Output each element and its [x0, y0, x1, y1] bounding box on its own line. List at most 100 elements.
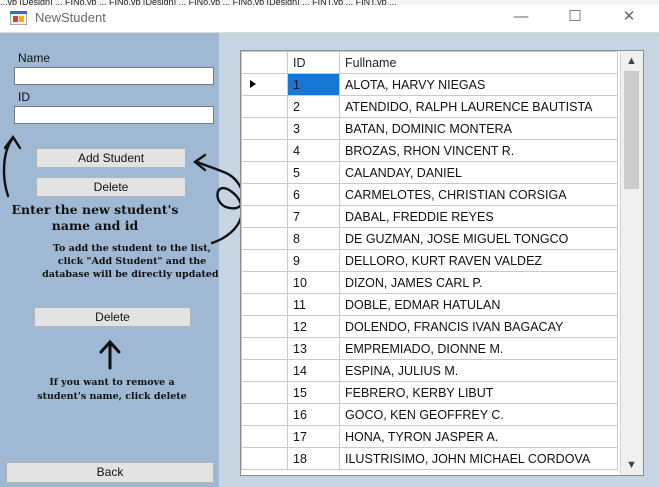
student-data-grid[interactable]: ID Fullname 1 ALOTA, HARVY NIEGAS 2 ATENDID… [240, 50, 644, 476]
table-row[interactable]: 4 BROZAS, RHON VINCENT R. [241, 139, 618, 162]
row-header[interactable] [241, 73, 288, 96]
student-form-panel: Name ID Add Student Delete Enter the new… [0, 33, 222, 487]
cell-id[interactable]: 10 [287, 271, 340, 294]
row-header[interactable] [241, 425, 288, 448]
scroll-thumb[interactable] [624, 71, 639, 189]
minimize-button[interactable]: — [498, 5, 544, 31]
cell-id[interactable]: 9 [287, 249, 340, 272]
table-row[interactable]: 10 DIZON, JAMES CARL P. [241, 271, 618, 294]
table-row[interactable]: 17 HONA, TYRON JASPER A. [241, 425, 618, 448]
note-delete-student: If you want to remove a student's name, … [37, 377, 187, 402]
cell-id[interactable]: 3 [287, 117, 340, 140]
row-header[interactable] [241, 227, 288, 250]
row-header[interactable] [241, 249, 288, 272]
row-header[interactable] [241, 293, 288, 316]
table-row[interactable]: 14 ESPINA, JULIUS M. [241, 359, 618, 382]
column-header-id[interactable]: ID [287, 51, 340, 74]
cell-fullname[interactable]: FEBRERO, KERBY LIBUT [339, 381, 618, 404]
row-header[interactable] [241, 205, 288, 228]
title-bar: NewStudent — ☐ ✕ [0, 5, 659, 33]
cell-fullname[interactable]: BROZAS, RHON VINCENT R. [339, 139, 618, 162]
cell-id[interactable]: 7 [287, 205, 340, 228]
row-header[interactable] [241, 403, 288, 426]
cell-fullname[interactable]: DOLENDO, FRANCIS IVAN BAGACAY [339, 315, 618, 338]
cell-fullname[interactable]: ILUSTRISIMO, JOHN MICHAEL CORDOVA [339, 447, 618, 470]
cell-fullname[interactable]: GOCO, KEN GEOFFREY C. [339, 403, 618, 426]
table-body: 1 ALOTA, HARVY NIEGAS 2 ATENDIDO, RALPH LAU… [241, 73, 618, 470]
delete-button[interactable]: Delete [34, 307, 191, 327]
cell-fullname[interactable]: HONA, TYRON JASPER A. [339, 425, 618, 448]
table-row[interactable]: 18 ILUSTRISIMO, JOHN MICHAEL CORDOVA [241, 447, 618, 470]
id-label: ID [18, 90, 30, 104]
cell-id[interactable]: 17 [287, 425, 340, 448]
row-header[interactable] [241, 337, 288, 360]
cell-fullname[interactable]: DE GUZMAN, JOSE MIGUEL TONGCO [339, 227, 618, 250]
cell-fullname[interactable]: DABAL, FREDDIE REYES [339, 205, 618, 228]
row-header[interactable] [241, 183, 288, 206]
table-row[interactable]: 9 DELLORO, KURT RAVEN VALDEZ [241, 249, 618, 272]
table-row[interactable]: 7 DABAL, FREDDIE REYES [241, 205, 618, 228]
row-header[interactable] [241, 271, 288, 294]
row-header[interactable] [241, 447, 288, 470]
table-row[interactable]: 5 CALANDAY, DANIEL [241, 161, 618, 184]
cell-fullname[interactable]: CARMELOTES, CHRISTIAN CORSIGA [339, 183, 618, 206]
row-header[interactable] [241, 359, 288, 382]
cell-id[interactable]: 1 [287, 73, 340, 96]
cell-id[interactable]: 13 [287, 337, 340, 360]
row-header[interactable] [241, 117, 288, 140]
row-header[interactable] [241, 381, 288, 404]
student-table: ID Fullname 1 ALOTA, HARVY NIEGAS 2 ATENDID… [241, 51, 618, 470]
cell-id[interactable]: 12 [287, 315, 340, 338]
name-label: Name [18, 51, 51, 65]
table-row[interactable]: 11 DOBLE, EDMAR HATULAN [241, 293, 618, 316]
add-student-button[interactable]: Add Student [36, 148, 186, 168]
table-row[interactable]: 1 ALOTA, HARVY NIEGAS [241, 73, 618, 96]
cell-id[interactable]: 16 [287, 403, 340, 426]
cell-id[interactable]: 6 [287, 183, 340, 206]
cell-fullname[interactable]: ATENDIDO, RALPH LAURENCE BAUTISTA [339, 95, 618, 118]
row-header[interactable] [241, 139, 288, 162]
cell-id[interactable]: 5 [287, 161, 340, 184]
vertical-scrollbar[interactable]: ▲ ▼ [620, 51, 643, 475]
cell-id[interactable]: 14 [287, 359, 340, 382]
cell-id[interactable]: 2 [287, 95, 340, 118]
header-corner [241, 51, 288, 74]
row-header[interactable] [241, 161, 288, 184]
note-enter-student: Enter the new student's name and id [11, 202, 179, 233]
cell-id[interactable]: 18 [287, 447, 340, 470]
cell-fullname[interactable]: ESPINA, JULIUS M. [339, 359, 618, 382]
cell-id[interactable]: 8 [287, 227, 340, 250]
cell-fullname[interactable]: BATAN, DOMINIC MONTERA [339, 117, 618, 140]
scroll-up-icon[interactable]: ▲ [621, 51, 642, 71]
cell-fullname[interactable]: DELLORO, KURT RAVEN VALDEZ [339, 249, 618, 272]
name-input[interactable] [14, 67, 214, 85]
row-header[interactable] [241, 315, 288, 338]
app-icon [10, 11, 27, 25]
note-add-student: To add the student to the list, click "A… [42, 243, 222, 280]
cell-fullname[interactable]: DOBLE, EDMAR HATULAN [339, 293, 618, 316]
close-button[interactable]: ✕ [606, 5, 652, 31]
id-input[interactable] [14, 106, 214, 124]
maximize-button[interactable]: ☐ [552, 5, 598, 31]
back-button[interactable]: Back [6, 462, 214, 483]
row-header[interactable] [241, 95, 288, 118]
cell-id[interactable]: 15 [287, 381, 340, 404]
table-row[interactable]: 13 EMPREMIADO, DIONNE M. [241, 337, 618, 360]
table-row[interactable]: 3 BATAN, DOMINIC MONTERA [241, 117, 618, 140]
cell-id[interactable]: 4 [287, 139, 340, 162]
table-row[interactable]: 16 GOCO, KEN GEOFFREY C. [241, 403, 618, 426]
table-row[interactable]: 6 CARMELOTES, CHRISTIAN CORSIGA [241, 183, 618, 206]
table-row[interactable]: 2 ATENDIDO, RALPH LAURENCE BAUTISTA [241, 95, 618, 118]
table-row[interactable]: 12 DOLENDO, FRANCIS IVAN BAGACAY [241, 315, 618, 338]
cell-fullname[interactable]: EMPREMIADO, DIONNE M. [339, 337, 618, 360]
table-row[interactable]: 15 FEBRERO, KERBY LIBUT [241, 381, 618, 404]
column-header-fullname[interactable]: Fullname [339, 51, 618, 74]
table-row[interactable]: 8 DE GUZMAN, JOSE MIGUEL TONGCO [241, 227, 618, 250]
cell-fullname[interactable]: ALOTA, HARVY NIEGAS [339, 73, 618, 96]
current-row-indicator-icon [250, 80, 256, 88]
cell-fullname[interactable]: CALANDAY, DANIEL [339, 161, 618, 184]
scroll-down-icon[interactable]: ▼ [621, 455, 642, 475]
delete-button-top[interactable]: Delete [36, 177, 186, 197]
cell-fullname[interactable]: DIZON, JAMES CARL P. [339, 271, 618, 294]
cell-id[interactable]: 11 [287, 293, 340, 316]
